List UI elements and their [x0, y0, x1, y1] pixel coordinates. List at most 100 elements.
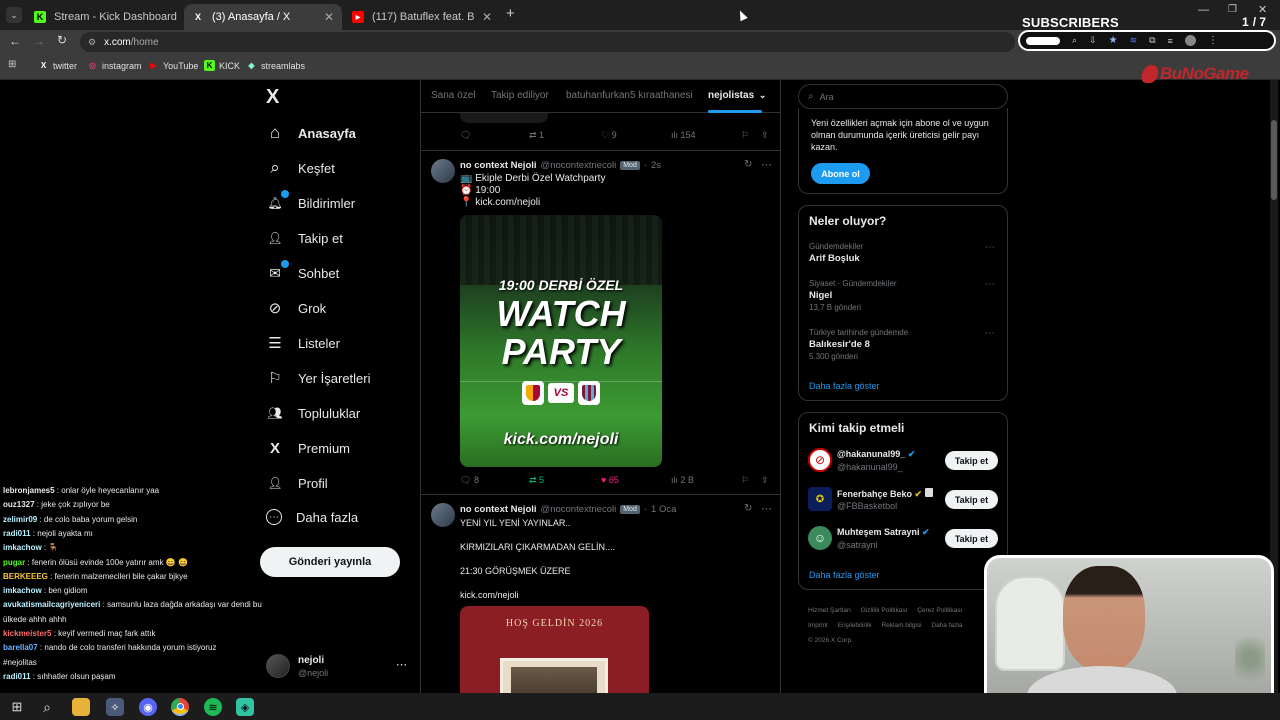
browser-tab-youtube[interactable]: ▶ (117) Batuflex feat. Burak Balka ✕ [344, 4, 500, 30]
search-icon[interactable]: ⌕ [38, 698, 56, 716]
chat-username[interactable]: radi011 [3, 672, 31, 681]
puzzle-icon[interactable]: ⧉ [1149, 35, 1155, 46]
profile-avatar-icon[interactable] [1184, 35, 1196, 46]
trend-item[interactable]: Türkiye tarihinde gündemde Balıkesir'de … [809, 328, 999, 361]
tweet-2[interactable]: no context Nejoli @nocontextnecoli Mod ·… [421, 495, 780, 693]
chat-username[interactable]: ouz1327 [3, 500, 35, 509]
footer-link[interactable]: Gizlilik Politikası [861, 607, 908, 614]
grok-icon[interactable]: ↻ [744, 503, 752, 514]
nav-item-grok[interactable]: ⊘ Grok [266, 299, 326, 317]
discord-icon[interactable]: ◉ [139, 698, 157, 716]
forward-icon[interactable]: → [33, 34, 45, 48]
follow-button[interactable]: Takip et [945, 451, 998, 470]
tweet-author[interactable]: no context Nejoli [460, 504, 537, 515]
reply-action[interactable]: 🗨︎ 8 [460, 475, 479, 486]
more-dots-icon[interactable]: ⋯ [761, 502, 772, 515]
chat-username[interactable]: barella07 [3, 643, 38, 652]
views-action[interactable]: ılı 154 [671, 130, 696, 140]
nav-item-chat[interactable]: ✉ Sohbet [266, 260, 339, 282]
tweet-avatar[interactable] [431, 503, 455, 527]
follow-button[interactable]: Takip et [945, 529, 998, 548]
reply-icon[interactable]: 🗨︎ [460, 130, 471, 141]
nav-item-follow[interactable]: 👤︎ Takip et [266, 229, 342, 247]
tweet-time[interactable]: 1 Oca [651, 504, 676, 515]
x-logo-icon[interactable]: X [266, 86, 279, 109]
trend-item[interactable]: Gündemdekiler Arif Boşluk ⋯ [809, 242, 999, 264]
install-icon[interactable]: ⇩ [1089, 35, 1097, 46]
tweet-link[interactable]: 📍 kick.com/nejoli [460, 197, 540, 209]
chat-username[interactable]: zelimir09 [3, 515, 37, 524]
tweet-image-new-year[interactable]: HOŞ GELDİN 2026 [460, 606, 649, 693]
follow-suggestion-row[interactable]: ⊘ @hakanunal99_ ✔ @hakanunal99_ [808, 448, 948, 474]
share-icon[interactable]: ⇪ [761, 475, 769, 486]
tweet-image-watch-party[interactable]: 19:00 DERBİ ÖZEL WATCH PARTY VS kick.com… [460, 215, 662, 467]
site-info-icon[interactable]: ⚙ [88, 37, 96, 48]
app-icon[interactable]: ✧ [106, 698, 124, 716]
scrollbar-thumb[interactable] [1271, 120, 1277, 200]
bookmark-icon[interactable]: ⚐ [741, 130, 749, 141]
spotify-icon[interactable]: ≋ [204, 698, 222, 716]
show-more-follow-link[interactable]: Daha fazla göster [809, 570, 880, 580]
nav-item-notifications[interactable]: 🔔︎ Bildirimler [266, 190, 355, 212]
windows-start-icon[interactable]: ⊞ [8, 698, 26, 716]
tab-for-you[interactable]: Sana özel [431, 90, 475, 101]
chat-username[interactable]: avukatismailcagriyeniceri [3, 600, 100, 609]
streamlabs-icon[interactable]: ◈ [236, 698, 254, 716]
nav-item-premium[interactable]: X Premium [266, 439, 350, 457]
nav-item-explore[interactable]: ⌕ Keşfet [266, 158, 335, 177]
close-icon[interactable]: ✕ [482, 10, 492, 24]
more-dots-icon[interactable]: ⋯ [985, 279, 995, 290]
reload-icon[interactable]: ↻ [57, 33, 67, 47]
footer-link[interactable]: Imprint [808, 622, 828, 629]
follow-suggestion-row[interactable]: ☺ Muhteşem Satrayni ✔ @satrayni [808, 526, 948, 552]
close-icon[interactable]: ✕ [324, 10, 334, 24]
tweet-handle[interactable]: @nocontextnecoli [541, 504, 617, 515]
footer-link[interactable]: Hizmet Şartları [808, 607, 851, 614]
more-dots-icon[interactable]: ⋯ [985, 328, 995, 339]
restore-window-button[interactable]: ❐ [1228, 4, 1237, 15]
zoom-icon[interactable]: ⌕ [1072, 35, 1077, 46]
extension-wave-icon[interactable]: ≋ [1130, 35, 1138, 46]
retweet-action[interactable]: ⇄ 1 [529, 130, 544, 141]
bookmark-instagram[interactable]: ◎ instagram [87, 60, 142, 71]
new-tab-button[interactable]: + [506, 5, 515, 22]
tab-list-kiraathanesi[interactable]: batuhanfurkan5 kıraathanesi [566, 90, 693, 101]
like-action[interactable]: ♡ 9 [601, 130, 617, 141]
chat-username[interactable]: imkachow [3, 586, 42, 595]
post-button[interactable]: Gönderi yayınla [260, 547, 400, 577]
bookmark-icon[interactable]: ⚐ [741, 475, 749, 486]
bookmark-twitter[interactable]: X twitter [38, 60, 77, 71]
chat-username[interactable]: kickmeister5 [3, 629, 51, 638]
more-dots-icon[interactable]: ⋯ [396, 658, 407, 671]
tweet-time[interactable]: 2s [651, 160, 661, 171]
nav-item-lists[interactable]: ☰ Listeler [266, 334, 340, 352]
file-explorer-icon[interactable] [72, 698, 90, 716]
tweet-handle[interactable]: @nocontextnecoli [541, 160, 617, 171]
follow-button[interactable]: Takip et [945, 490, 998, 509]
footer-link[interactable]: Çerez Politikası [917, 607, 962, 614]
tab-search-button[interactable]: ⌄ [6, 7, 22, 23]
menu-dots-icon[interactable]: ⋮ [1208, 35, 1218, 46]
retweet-action[interactable]: ⇄ 5 [529, 475, 544, 486]
tweet-author[interactable]: no context Nejoli [460, 160, 537, 171]
tweet-1[interactable]: no context Nejoli @nocontextnecoli Mod ·… [421, 151, 780, 494]
subscribe-button[interactable]: Abone ol [811, 163, 870, 184]
chat-username[interactable]: radi011 [3, 529, 31, 538]
nav-item-bookmarks[interactable]: ⚐ Yer İşaretleri [266, 369, 370, 387]
search-input[interactable]: ⌕ Ara [798, 84, 1008, 109]
share-icon[interactable]: ⇪ [761, 130, 769, 141]
grok-icon[interactable]: ↻ [744, 159, 752, 170]
show-more-trends-link[interactable]: Daha fazla göster [809, 381, 880, 391]
browser-tab-kick-dashboard[interactable]: K Stream - Kick Dashboard ✕ [26, 4, 182, 30]
account-switcher[interactable]: nejoli @nejoli ⋯ [266, 652, 411, 682]
apps-grid-icon[interactable]: ⊞ [8, 59, 16, 70]
address-bar[interactable]: ⚙ x.com /home [80, 32, 1015, 52]
more-dots-icon[interactable]: ⋯ [985, 242, 995, 253]
media-icon[interactable]: ≡ [1168, 36, 1173, 46]
footer-link[interactable]: Reklam bilgisi [881, 622, 921, 629]
bookmark-kick[interactable]: K KICK [204, 60, 240, 71]
chat-username[interactable]: pugar [3, 558, 25, 567]
minimize-window-button[interactable]: — [1198, 4, 1209, 16]
footer-link[interactable]: Daha fazla [931, 622, 962, 629]
tab-nejolistas[interactable]: nejolistas ⌄ [708, 90, 766, 101]
